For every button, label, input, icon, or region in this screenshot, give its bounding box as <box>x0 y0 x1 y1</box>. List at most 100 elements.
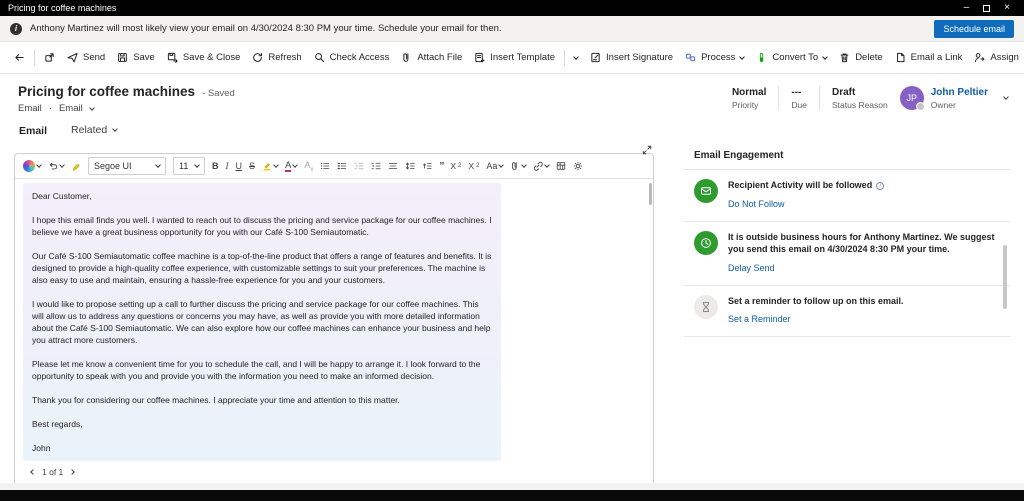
chevron-down-icon <box>545 162 551 168</box>
font-color-button[interactable]: A <box>282 159 300 174</box>
chevron-down-icon <box>112 126 118 132</box>
table-icon <box>556 161 566 171</box>
chevron-down-icon <box>522 162 528 168</box>
priority-field: Normal Priority <box>732 87 766 110</box>
subscript-button[interactable]: X2 <box>447 159 464 173</box>
format-painter-button[interactable] <box>68 159 84 173</box>
link-button[interactable] <box>530 159 552 173</box>
increase-indent-button[interactable] <box>368 159 384 173</box>
undo-button[interactable] <box>45 159 67 173</box>
text-case-icon: Aa <box>486 161 497 171</box>
email-body-text[interactable]: Dear Customer,I hope this email finds yo… <box>23 183 501 461</box>
blockquote-button[interactable]: ” <box>436 159 446 174</box>
email-paragraph: I hope this email finds you well. I want… <box>32 214 492 238</box>
process-button[interactable]: Process <box>679 46 750 70</box>
owner-field[interactable]: JP John Peltier Owner <box>900 86 988 110</box>
gear-icon <box>573 161 583 171</box>
overflow-chevron-button[interactable] <box>568 46 584 70</box>
attach-file-button[interactable]: Attach File <box>395 46 468 70</box>
maximize-button[interactable] <box>983 5 990 12</box>
due-field: --- Due <box>791 87 807 110</box>
table-button[interactable] <box>553 159 569 173</box>
breadcrumb[interactable]: Email · Email <box>18 103 235 114</box>
editor-scrollbar[interactable] <box>649 183 652 205</box>
italic-button[interactable]: I <box>223 159 232 173</box>
superscript-button[interactable]: X2 <box>465 159 482 173</box>
chevron-down-icon <box>194 162 200 168</box>
refresh-button[interactable]: Refresh <box>246 46 307 70</box>
clock-icon <box>694 231 718 255</box>
close-button[interactable]: × <box>1004 3 1010 13</box>
indent-icon <box>371 161 381 171</box>
bullet-list-button[interactable] <box>317 159 333 173</box>
insert-template-button[interactable]: Insert Template <box>468 46 561 70</box>
notification-bar: i Anthony Martinez will most likely view… <box>0 16 1024 42</box>
check-access-button[interactable]: Check Access <box>308 46 396 70</box>
bold-button[interactable]: B <box>209 159 222 173</box>
do-not-follow-link[interactable]: Do Not Follow <box>728 199 785 209</box>
person-icon <box>974 52 985 63</box>
engagement-item-business-hours: It is outside business hours for Anthony… <box>684 222 1010 286</box>
popout-button[interactable] <box>38 46 61 70</box>
numbered-list-button[interactable] <box>334 159 350 173</box>
panel-scrollbar[interactable] <box>1003 245 1007 309</box>
engagement-item-reminder: Set a reminder to follow up on this emai… <box>684 286 1010 338</box>
convert-to-icon <box>756 52 767 63</box>
divider <box>778 86 779 110</box>
email-link-button[interactable]: Email a Link <box>889 46 969 70</box>
paragraph-spacing-icon <box>422 161 432 171</box>
attach-button[interactable] <box>507 159 529 173</box>
copilot-button[interactable] <box>20 158 44 174</box>
insert-signature-button[interactable]: Insert Signature <box>584 46 679 70</box>
header-chevron-icon[interactable] <box>1003 94 1009 100</box>
convert-to-button[interactable]: Convert To <box>750 46 833 70</box>
panel-title: Email Engagement <box>684 141 1010 170</box>
page-navigation: 1 of 1 <box>23 461 645 481</box>
notification-text: Anthony Martinez will most likely view y… <box>30 23 502 34</box>
schedule-email-button[interactable]: Schedule email <box>934 20 1014 38</box>
chevron-down-icon <box>822 54 828 60</box>
minimize-button[interactable]: – <box>964 3 970 13</box>
chevron-down-icon <box>89 105 95 111</box>
decrease-indent-button[interactable] <box>351 159 367 173</box>
underline-button[interactable]: U <box>233 159 246 173</box>
clear-format-button[interactable]: Ax <box>301 158 316 175</box>
document-icon <box>895 52 906 63</box>
editor-settings-button[interactable] <box>570 159 586 173</box>
font-size-select[interactable]: 11 <box>173 157 205 175</box>
chevron-down-icon <box>293 162 299 168</box>
previous-page-icon[interactable] <box>30 469 36 475</box>
save-button[interactable]: Save <box>111 46 161 70</box>
save-close-button[interactable]: Save & Close <box>161 46 247 70</box>
align-icon <box>388 161 398 171</box>
rich-text-editor: Segoe UI 11 B I U S A Ax ” <box>14 153 654 489</box>
email-engagement-panel: Email Engagement Recipient Activity will… <box>684 141 1010 337</box>
next-page-icon[interactable] <box>69 469 75 475</box>
save-icon <box>117 52 128 63</box>
line-spacing-button[interactable] <box>402 159 418 173</box>
highlight-color-button[interactable] <box>259 159 281 173</box>
divider <box>819 86 820 110</box>
paragraph-spacing-button[interactable] <box>419 159 435 173</box>
back-button[interactable] <box>8 46 31 70</box>
expand-editor-button[interactable] <box>642 142 652 160</box>
editor-body[interactable]: Dear Customer,I hope this email finds yo… <box>15 179 653 488</box>
send-button[interactable]: Send <box>61 46 111 70</box>
delete-button[interactable]: Delete <box>833 46 888 70</box>
strikethrough-button[interactable]: S <box>246 159 258 173</box>
set-reminder-link[interactable]: Set a Reminder <box>728 314 791 324</box>
editor-toolbar: Segoe UI 11 B I U S A Ax ” <box>15 154 653 179</box>
info-icon[interactable]: i <box>876 182 884 190</box>
font-color-icon: A <box>285 161 291 172</box>
command-bar: Send Save Save & Close Refresh Check Acc… <box>0 42 1024 74</box>
email-paragraph: John <box>32 442 492 454</box>
highlighter-icon <box>262 161 272 171</box>
assign-button[interactable]: Assign <box>968 46 1024 70</box>
record-header: Pricing for coffee machines - Saved Emai… <box>0 74 1024 114</box>
text-case-button[interactable]: Aa <box>483 159 506 173</box>
delay-send-link[interactable]: Delay Send <box>728 263 775 273</box>
font-family-select[interactable]: Segoe UI <box>88 157 166 175</box>
align-button[interactable] <box>385 159 401 173</box>
app-window: Pricing for coffee machines – × i Anthon… <box>0 0 1024 501</box>
send-icon <box>67 52 78 63</box>
